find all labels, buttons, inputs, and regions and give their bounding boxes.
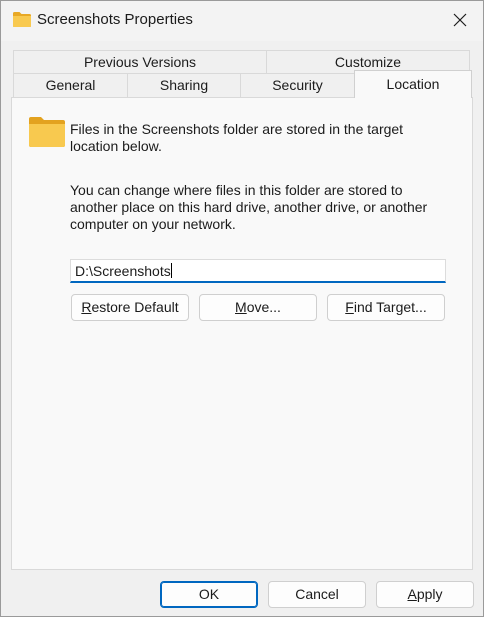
tab-previous-versions[interactable]: Previous Versions (13, 50, 267, 73)
find-target-button[interactable]: Find Target... (327, 294, 445, 321)
tab-label: Previous Versions (83, 54, 197, 70)
access-key: F (345, 299, 354, 315)
access-key: M (235, 299, 247, 315)
tab-location[interactable]: Location (354, 70, 472, 98)
apply-button[interactable]: Apply (376, 581, 474, 608)
tab-label: Location (386, 76, 440, 92)
properties-dialog: Screenshots Properties Previous Versions… (0, 0, 484, 617)
tab-security[interactable]: Security (240, 73, 355, 97)
restore-default-button[interactable]: Restore Default (71, 294, 189, 321)
window-title: Screenshots Properties (37, 11, 193, 28)
title-bar[interactable]: Screenshots Properties (1, 1, 483, 41)
button-label: OK (198, 586, 220, 602)
tab-sharing[interactable]: Sharing (127, 73, 241, 97)
tab-general[interactable]: General (13, 73, 128, 97)
folder-icon (29, 117, 65, 147)
button-label: estore Default (91, 299, 179, 315)
close-button[interactable] (437, 1, 483, 39)
tab-label: Customize (334, 54, 402, 70)
button-label: Cancel (295, 586, 339, 602)
close-icon (453, 13, 467, 27)
ok-button[interactable]: OK (160, 581, 258, 608)
access-key: A (407, 586, 417, 602)
tab-label: Sharing (159, 77, 209, 93)
button-label: pply (416, 586, 443, 602)
location-info-text: Files in the Screenshots folder are stor… (70, 121, 404, 154)
cancel-button[interactable]: Cancel (268, 581, 366, 608)
target-path-input[interactable]: D:\Screenshots (70, 259, 446, 283)
move-button[interactable]: Move... (199, 294, 317, 321)
text-caret (170, 263, 172, 278)
button-label: ove... (246, 299, 281, 315)
access-key: R (81, 299, 92, 315)
folder-icon (13, 12, 31, 27)
tab-label: General (45, 77, 96, 93)
button-label: ind Target... (353, 299, 427, 315)
location-description-text: You can change where files in this folde… (70, 182, 428, 232)
target-path-value: D:\Screenshots (75, 263, 171, 279)
location-panel: Files in the Screenshots folder are stor… (11, 97, 473, 570)
tab-label: Security (272, 77, 323, 93)
